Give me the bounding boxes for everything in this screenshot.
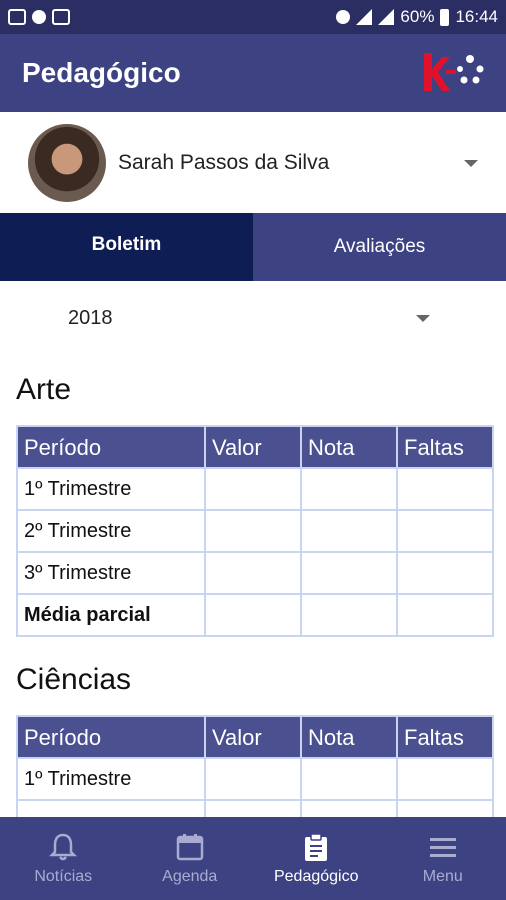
alarm-icon <box>336 10 351 24</box>
cell-periodo: 3º Trimestre <box>16 551 206 595</box>
report-card-content[interactable]: Arte Período Valor Nota Faltas 1º Trimes… <box>0 353 506 817</box>
nav-pedagogico[interactable]: Pedagógico <box>253 817 380 900</box>
cell-valor <box>204 799 302 817</box>
table-row <box>16 799 494 817</box>
cell-valor <box>204 551 302 595</box>
table-row: Média parcial <box>16 593 494 637</box>
grades-table: Período Valor Nota Faltas 1º Trimestre <box>16 715 494 817</box>
cell-nota <box>300 593 398 637</box>
cell-faltas <box>396 509 494 553</box>
status-left <box>8 9 70 25</box>
year-value: 2018 <box>68 306 113 329</box>
cell-nota <box>300 757 398 801</box>
app-logo <box>420 47 484 99</box>
tab-boletim[interactable]: Boletim <box>0 213 253 281</box>
clipboard-icon <box>301 832 331 862</box>
cell-periodo: 1º Trimestre <box>16 467 206 511</box>
nav-noticias[interactable]: Notícias <box>0 817 127 900</box>
cell-nota <box>300 551 398 595</box>
cell-nota <box>300 799 398 817</box>
table-row: 1º Trimestre <box>16 757 494 801</box>
cell-faltas <box>396 757 494 801</box>
table-header-row: Período Valor Nota Faltas <box>16 715 494 759</box>
nav-label: Menu <box>422 867 463 885</box>
cell-faltas <box>396 799 494 817</box>
student-selector[interactable]: Sarah Passos da Silva <box>0 112 506 214</box>
table-header-row: Período Valor Nota Faltas <box>16 425 494 469</box>
header-periodo: Período <box>16 425 206 469</box>
cell-valor <box>204 467 302 511</box>
chevron-down-icon[interactable] <box>416 314 430 322</box>
bottom-nav: Notícias Agenda Pedagógico Menu <box>0 817 506 900</box>
cell-nota <box>300 509 398 553</box>
cell-valor <box>204 509 302 553</box>
table-row: 3º Trimestre <box>16 551 494 595</box>
clock: 16:44 <box>455 7 498 26</box>
header-valor: Valor <box>204 715 302 759</box>
cell-signal-icon <box>378 9 395 25</box>
cell-valor <box>204 593 302 637</box>
nav-label: Notícias <box>34 867 93 885</box>
cell-faltas <box>396 593 494 637</box>
status-bar: 60% 16:44 <box>0 0 506 34</box>
table-row: 1º Trimestre <box>16 467 494 511</box>
nav-agenda[interactable]: Agenda <box>127 817 254 900</box>
cell-periodo: Média parcial <box>16 593 206 637</box>
cell-nota <box>300 467 398 511</box>
student-name: Sarah Passos da Silva <box>118 151 330 174</box>
nav-label: Agenda <box>162 867 218 885</box>
news-notification-icon <box>52 9 70 25</box>
cell-faltas <box>396 467 494 511</box>
app-bar: Pedagógico <box>0 34 506 112</box>
wifi-icon <box>356 9 373 25</box>
battery-percent: 60% <box>400 7 435 26</box>
header-nota: Nota <box>300 425 398 469</box>
cell-periodo <box>16 799 206 817</box>
image-notification-icon <box>8 9 26 25</box>
subject-section: Ciências Período Valor Nota Faltas 1º Tr… <box>0 637 506 817</box>
avatar <box>28 124 106 202</box>
table-row: 2º Trimestre <box>16 509 494 553</box>
bell-icon <box>48 832 78 862</box>
tab-avaliacoes[interactable]: Avaliações <box>253 213 506 281</box>
whatsapp-icon <box>32 10 46 24</box>
nav-menu[interactable]: Menu <box>380 817 506 900</box>
cell-faltas <box>396 551 494 595</box>
battery-icon <box>440 8 450 26</box>
year-select[interactable]: 2018 <box>0 283 506 353</box>
cell-periodo: 2º Trimestre <box>16 509 206 553</box>
header-periodo: Período <box>16 715 206 759</box>
menu-icon <box>428 832 458 862</box>
nav-label: Pedagógico <box>273 867 359 885</box>
header-nota: Nota <box>300 715 398 759</box>
chevron-down-icon[interactable] <box>464 159 478 167</box>
page-title: Pedagógico <box>22 57 181 88</box>
cell-valor <box>204 757 302 801</box>
cell-periodo: 1º Trimestre <box>16 757 206 801</box>
header-faltas: Faltas <box>396 715 494 759</box>
subject-section: Arte Período Valor Nota Faltas 1º Trimes… <box>0 353 506 637</box>
grades-table: Período Valor Nota Faltas 1º Trimestre 2… <box>16 425 494 637</box>
header-faltas: Faltas <box>396 425 494 469</box>
status-right: 60% 16:44 <box>336 7 498 27</box>
subject-title: Arte <box>16 373 72 406</box>
subject-title: Ciências <box>16 663 132 696</box>
tab-bar: Boletim Avaliações <box>0 213 506 281</box>
calendar-icon <box>175 832 205 862</box>
header-valor: Valor <box>204 425 302 469</box>
